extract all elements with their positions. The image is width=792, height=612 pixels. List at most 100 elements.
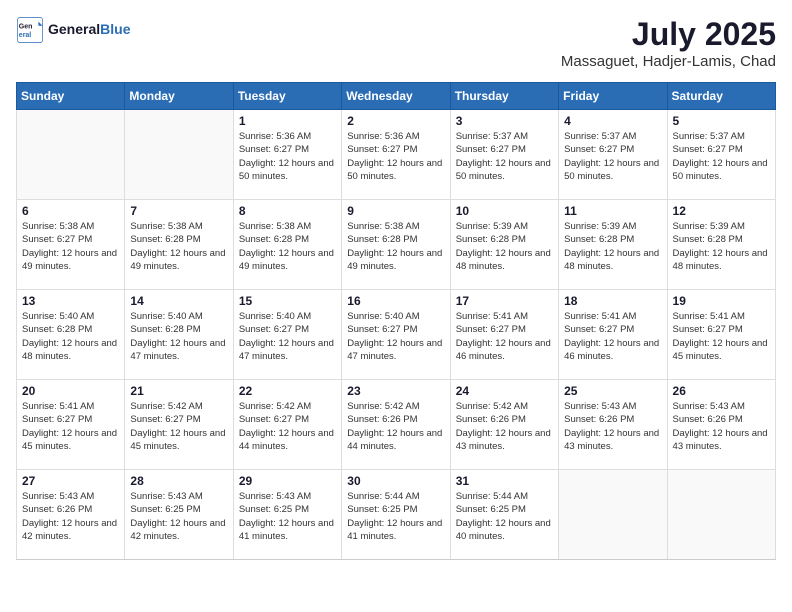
day-info: Sunrise: 5:41 AM Sunset: 6:27 PM Dayligh… — [456, 310, 553, 363]
weekday-header-thursday: Thursday — [450, 83, 558, 110]
calendar-cell: 1 Sunrise: 5:36 AM Sunset: 6:27 PM Daylig… — [233, 110, 341, 200]
day-number: 24 — [456, 384, 553, 398]
svg-text:eral: eral — [19, 32, 32, 39]
svg-text:Gen: Gen — [19, 24, 33, 31]
day-number: 20 — [22, 384, 119, 398]
day-number: 30 — [347, 474, 444, 488]
calendar-cell: 21Sunrise: 5:42 AM Sunset: 6:27 PM Dayli… — [125, 380, 233, 470]
calendar-table: SundayMondayTuesdayWednesdayThursdayFrid… — [16, 82, 776, 560]
calendar-cell — [667, 470, 775, 560]
logo-text: GeneralBlue — [48, 21, 130, 39]
calendar-cell: 17 Sunrise: 5:41 AM Sunset: 6:27 PM Dayli… — [450, 290, 558, 380]
weekday-header-monday: Monday — [125, 83, 233, 110]
day-number: 16 — [347, 294, 444, 308]
week-row-3: 13Sunrise: 5:40 AM Sunset: 6:28 PM Dayli… — [17, 290, 776, 380]
calendar-cell: 11 Sunrise: 5:39 AM Sunset: 6:28 PM Dayli… — [559, 200, 667, 290]
weekday-header-sunday: Sunday — [17, 83, 125, 110]
calendar-cell: 16Sunrise: 5:40 AM Sunset: 6:27 PM Dayli… — [342, 290, 450, 380]
day-number: 14 — [130, 294, 227, 308]
day-number: 2 — [347, 114, 444, 128]
day-info: Sunrise: 5:42 AM Sunset: 6:27 PM Dayligh… — [239, 400, 336, 453]
day-number: 1 — [239, 114, 336, 128]
calendar-cell: 23 Sunrise: 5:42 AM Sunset: 6:26 PM Dayli… — [342, 380, 450, 470]
day-info: Sunrise: 5:42 AM Sunset: 6:26 PM Dayligh… — [347, 400, 444, 453]
logo: Gen eral GeneralBlue — [16, 16, 130, 44]
calendar-cell: 6 Sunrise: 5:38 AM Sunset: 6:27 PM Daylig… — [17, 200, 125, 290]
title-block: July 2025 Massaguet, Hadjer-Lamis, Chad — [561, 16, 776, 70]
calendar-cell — [559, 470, 667, 560]
calendar-cell: 20 Sunrise: 5:41 AM Sunset: 6:27 PM Dayli… — [17, 380, 125, 470]
day-number: 27 — [22, 474, 119, 488]
day-info: Sunrise: 5:40 AM Sunset: 6:27 PM Dayligh… — [239, 310, 336, 363]
calendar-cell: 25Sunrise: 5:43 AM Sunset: 6:26 PM Dayli… — [559, 380, 667, 470]
week-row-4: 20 Sunrise: 5:41 AM Sunset: 6:27 PM Dayli… — [17, 380, 776, 470]
day-number: 10 — [456, 204, 553, 218]
calendar-cell: 26 Sunrise: 5:43 AM Sunset: 6:26 PM Dayli… — [667, 380, 775, 470]
weekday-header-row: SundayMondayTuesdayWednesdayThursdayFrid… — [17, 83, 776, 110]
weekday-header-tuesday: Tuesday — [233, 83, 341, 110]
day-info: Sunrise: 5:43 AM Sunset: 6:26 PM Dayligh… — [22, 490, 119, 543]
day-info: Sunrise: 5:39 AM Sunset: 6:28 PM Dayligh… — [456, 220, 553, 273]
calendar-cell: 7Sunrise: 5:38 AM Sunset: 6:28 PM Daylig… — [125, 200, 233, 290]
weekday-header-friday: Friday — [559, 83, 667, 110]
day-info: Sunrise: 5:41 AM Sunset: 6:27 PM Dayligh… — [564, 310, 661, 363]
day-number: 26 — [673, 384, 770, 398]
day-info: Sunrise: 5:43 AM Sunset: 6:25 PM Dayligh… — [130, 490, 227, 543]
day-number: 7 — [130, 204, 227, 218]
day-number: 12 — [673, 204, 770, 218]
calendar-cell: 28 Sunrise: 5:43 AM Sunset: 6:25 PM Dayli… — [125, 470, 233, 560]
day-info: Sunrise: 5:43 AM Sunset: 6:25 PM Dayligh… — [239, 490, 336, 543]
calendar-cell: 9 Sunrise: 5:38 AM Sunset: 6:28 PM Daylig… — [342, 200, 450, 290]
day-number: 4 — [564, 114, 661, 128]
day-number: 22 — [239, 384, 336, 398]
logo-general: General — [48, 21, 100, 37]
calendar-cell: 8Sunrise: 5:38 AM Sunset: 6:28 PM Daylig… — [233, 200, 341, 290]
calendar-cell: 31Sunrise: 5:44 AM Sunset: 6:25 PM Dayli… — [450, 470, 558, 560]
calendar-cell: 3Sunrise: 5:37 AM Sunset: 6:27 PM Daylig… — [450, 110, 558, 200]
day-info: Sunrise: 5:41 AM Sunset: 6:27 PM Dayligh… — [673, 310, 770, 363]
day-info: Sunrise: 5:42 AM Sunset: 6:26 PM Dayligh… — [456, 400, 553, 453]
day-info: Sunrise: 5:36 AM Sunset: 6:27 PM Dayligh… — [239, 130, 336, 183]
week-row-2: 6 Sunrise: 5:38 AM Sunset: 6:27 PM Daylig… — [17, 200, 776, 290]
calendar-cell — [17, 110, 125, 200]
calendar-cell — [125, 110, 233, 200]
day-info: Sunrise: 5:39 AM Sunset: 6:28 PM Dayligh… — [673, 220, 770, 273]
day-info: Sunrise: 5:43 AM Sunset: 6:26 PM Dayligh… — [564, 400, 661, 453]
day-info: Sunrise: 5:37 AM Sunset: 6:27 PM Dayligh… — [564, 130, 661, 183]
calendar-cell: 2 Sunrise: 5:36 AM Sunset: 6:27 PM Daylig… — [342, 110, 450, 200]
day-info: Sunrise: 5:41 AM Sunset: 6:27 PM Dayligh… — [22, 400, 119, 453]
weekday-header-saturday: Saturday — [667, 83, 775, 110]
page-header: Gen eral GeneralBlue July 2025 Massaguet… — [16, 16, 776, 70]
calendar-cell: 13Sunrise: 5:40 AM Sunset: 6:28 PM Dayli… — [17, 290, 125, 380]
day-number: 3 — [456, 114, 553, 128]
day-number: 28 — [130, 474, 227, 488]
calendar-cell: 10 Sunrise: 5:39 AM Sunset: 6:28 PM Dayli… — [450, 200, 558, 290]
day-number: 19 — [673, 294, 770, 308]
location: Massaguet, Hadjer-Lamis, Chad — [561, 53, 776, 70]
day-info: Sunrise: 5:37 AM Sunset: 6:27 PM Dayligh… — [673, 130, 770, 183]
day-info: Sunrise: 5:40 AM Sunset: 6:28 PM Dayligh… — [22, 310, 119, 363]
logo-blue: Blue — [100, 21, 130, 37]
calendar-cell: 24 Sunrise: 5:42 AM Sunset: 6:26 PM Dayli… — [450, 380, 558, 470]
day-number: 11 — [564, 204, 661, 218]
day-info: Sunrise: 5:43 AM Sunset: 6:26 PM Dayligh… — [673, 400, 770, 453]
day-number: 8 — [239, 204, 336, 218]
day-number: 23 — [347, 384, 444, 398]
day-info: Sunrise: 5:40 AM Sunset: 6:28 PM Dayligh… — [130, 310, 227, 363]
day-info: Sunrise: 5:38 AM Sunset: 6:27 PM Dayligh… — [22, 220, 119, 273]
day-number: 17 — [456, 294, 553, 308]
calendar-cell: 29Sunrise: 5:43 AM Sunset: 6:25 PM Dayli… — [233, 470, 341, 560]
calendar-cell: 12 Sunrise: 5:39 AM Sunset: 6:28 PM Dayli… — [667, 200, 775, 290]
calendar-cell: 15 Sunrise: 5:40 AM Sunset: 6:27 PM Dayli… — [233, 290, 341, 380]
day-number: 9 — [347, 204, 444, 218]
week-row-1: 1 Sunrise: 5:36 AM Sunset: 6:27 PM Daylig… — [17, 110, 776, 200]
day-number: 21 — [130, 384, 227, 398]
day-info: Sunrise: 5:38 AM Sunset: 6:28 PM Dayligh… — [347, 220, 444, 273]
day-info: Sunrise: 5:39 AM Sunset: 6:28 PM Dayligh… — [564, 220, 661, 273]
day-number: 5 — [673, 114, 770, 128]
day-number: 15 — [239, 294, 336, 308]
day-number: 6 — [22, 204, 119, 218]
calendar-cell: 27 Sunrise: 5:43 AM Sunset: 6:26 PM Dayli… — [17, 470, 125, 560]
calendar-cell: 14 Sunrise: 5:40 AM Sunset: 6:28 PM Dayli… — [125, 290, 233, 380]
day-info: Sunrise: 5:36 AM Sunset: 6:27 PM Dayligh… — [347, 130, 444, 183]
